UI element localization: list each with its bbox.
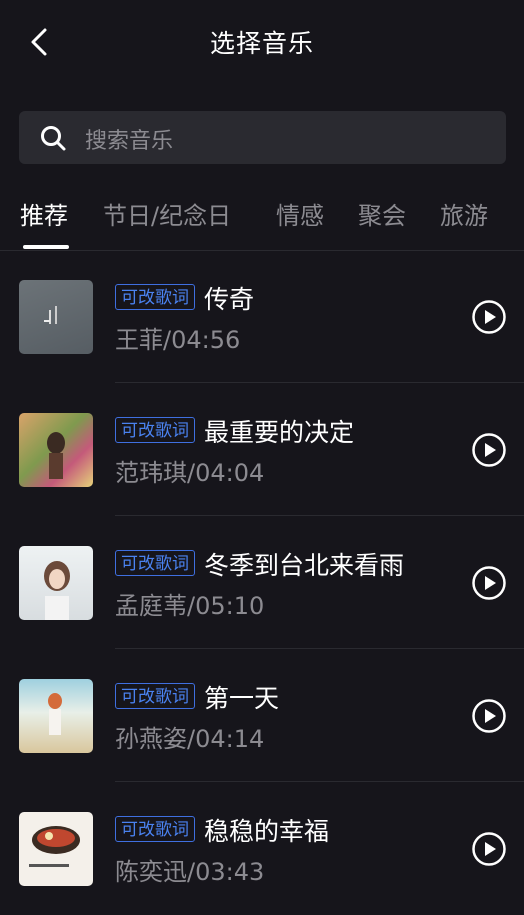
song-row[interactable]: 可改歌词 冬季到台北来看雨 孟庭苇/05:10 bbox=[0, 516, 524, 649]
search-input[interactable]: 搜索音乐 bbox=[19, 111, 506, 164]
tab-party[interactable]: 聚会 bbox=[358, 196, 406, 231]
song-artist-duration: 王菲/04:56 bbox=[115, 326, 241, 354]
header: 选择音乐 bbox=[0, 0, 524, 86]
editable-lyrics-badge: 可改歌词 bbox=[115, 816, 195, 842]
album-cover bbox=[19, 413, 93, 487]
editable-lyrics-badge: 可改歌词 bbox=[115, 284, 195, 310]
song-artist-duration: 范玮琪/04:04 bbox=[115, 459, 265, 487]
song-row[interactable]: 可改歌词 最重要的决定 范玮琪/04:04 bbox=[0, 383, 524, 516]
page-title: 选择音乐 bbox=[209, 29, 314, 58]
search-placeholder: 搜索音乐 bbox=[85, 129, 174, 154]
song-title: 冬季到台北来看雨 bbox=[204, 551, 405, 580]
play-icon[interactable] bbox=[471, 299, 507, 335]
tab-travel[interactable]: 旅游 bbox=[440, 196, 488, 231]
search-icon bbox=[41, 126, 66, 151]
editable-lyrics-badge: 可改歌词 bbox=[115, 683, 195, 709]
play-icon[interactable] bbox=[471, 565, 507, 601]
song-title: 最重要的决定 bbox=[204, 418, 355, 447]
song-row[interactable]: 可改歌词 稳稳的幸福 陈奕迅/03:43 bbox=[0, 782, 524, 915]
active-tab-indicator bbox=[23, 245, 69, 249]
album-cover bbox=[19, 280, 93, 354]
tab-holiday[interactable]: 节日/纪念日 bbox=[103, 196, 231, 231]
play-icon[interactable] bbox=[471, 698, 507, 734]
song-artist-duration: 孟庭苇/05:10 bbox=[115, 592, 265, 620]
song-title: 传奇 bbox=[204, 285, 255, 314]
tab-emotion[interactable]: 情感 bbox=[276, 196, 324, 231]
album-cover bbox=[19, 812, 93, 886]
song-artist-duration: 孙燕姿/04:14 bbox=[115, 725, 265, 753]
tab-recommend[interactable]: 推荐 bbox=[20, 196, 68, 231]
editable-lyrics-badge: 可改歌词 bbox=[115, 550, 195, 576]
song-list: 可改歌词 传奇 王菲/04:56 可改歌词 最重要的决定 范玮琪/04:04 可… bbox=[0, 250, 524, 915]
album-cover bbox=[19, 546, 93, 620]
song-artist-duration: 陈奕迅/03:43 bbox=[115, 858, 265, 886]
song-title: 稳稳的幸福 bbox=[204, 817, 330, 846]
song-row[interactable]: 可改歌词 传奇 王菲/04:56 bbox=[0, 250, 524, 383]
category-tabs: 推荐 节日/纪念日 情感 聚会 旅游 bbox=[0, 190, 524, 251]
editable-lyrics-badge: 可改歌词 bbox=[115, 417, 195, 443]
album-cover bbox=[19, 679, 93, 753]
song-title: 第一天 bbox=[204, 684, 280, 713]
song-row[interactable]: 可改歌词 第一天 孙燕姿/04:14 bbox=[0, 649, 524, 782]
play-icon[interactable] bbox=[471, 831, 507, 867]
play-icon[interactable] bbox=[471, 432, 507, 468]
